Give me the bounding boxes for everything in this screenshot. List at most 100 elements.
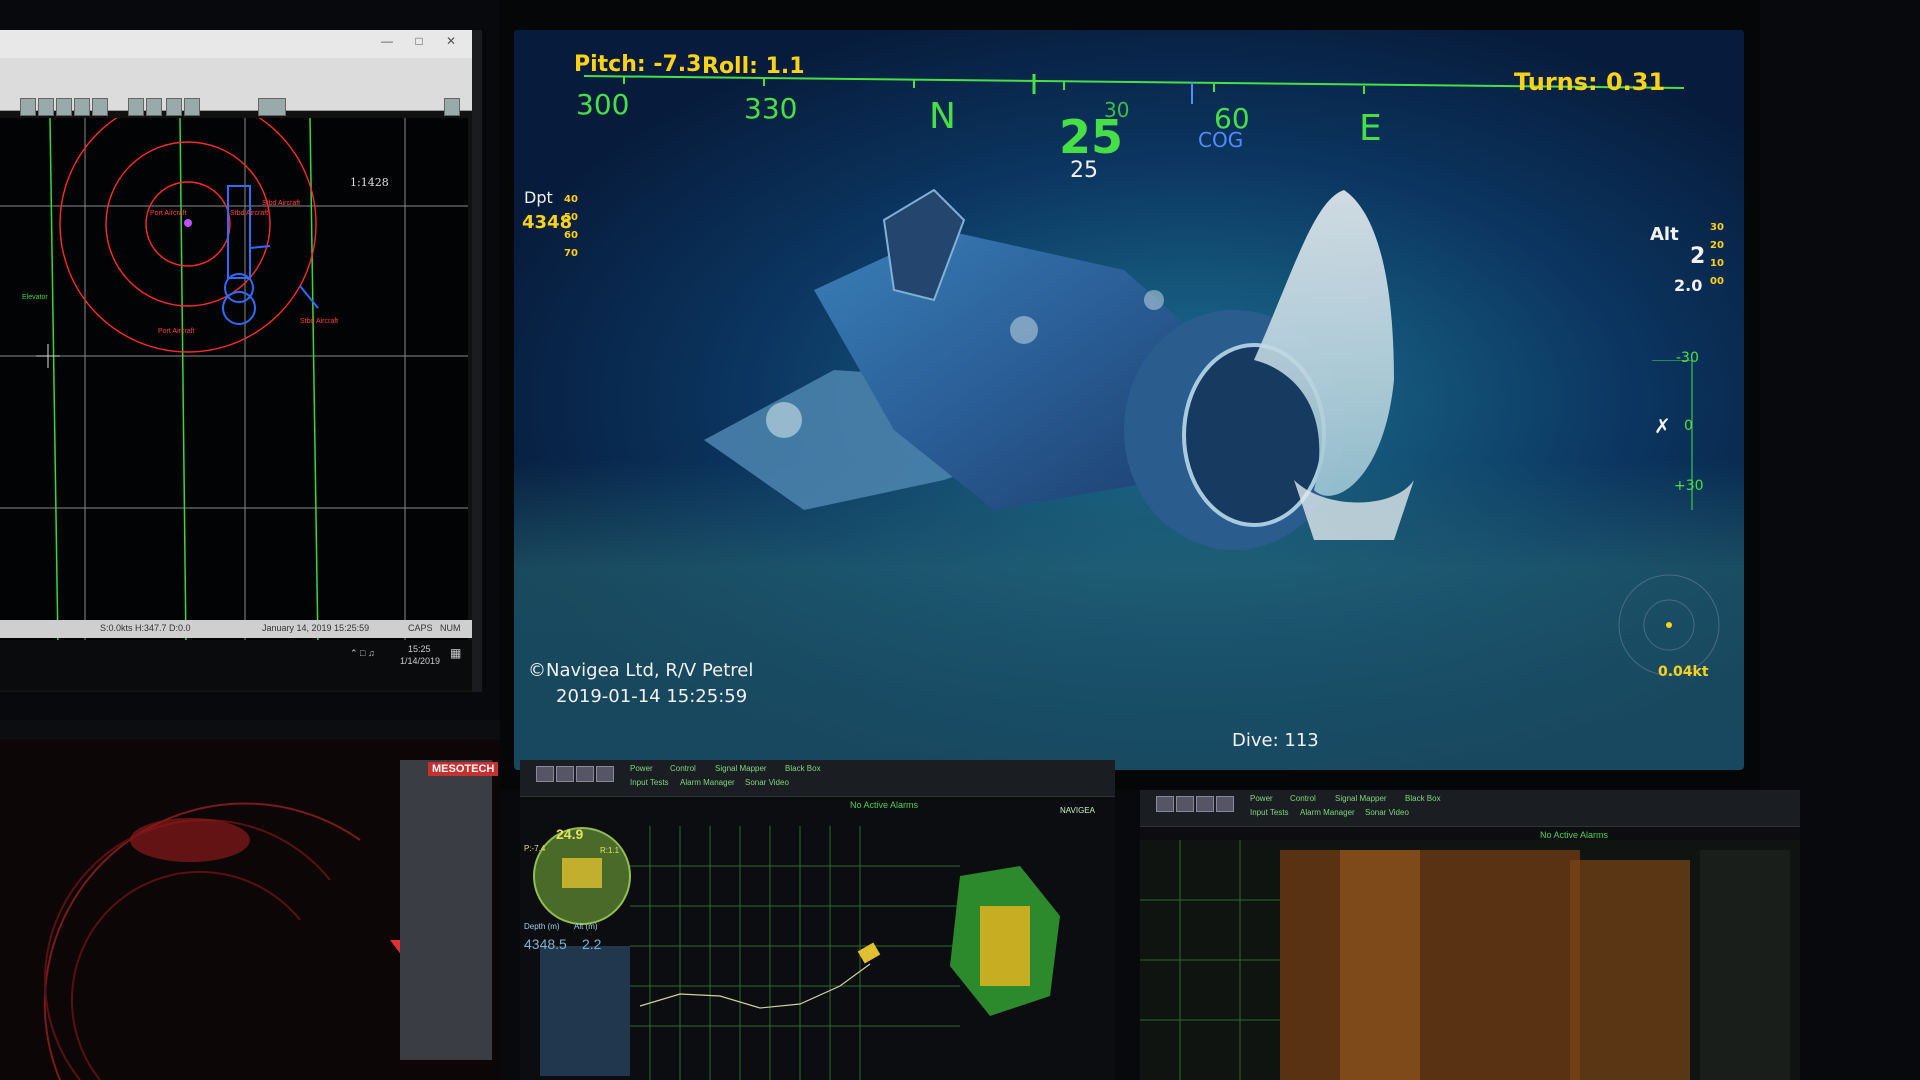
tilt-tick: +30 xyxy=(1674,478,1704,494)
menu-item[interactable]: Black Box xyxy=(785,764,821,773)
depth-scale-tick: 50 xyxy=(564,212,578,223)
chart-status-bar: S:0.0kts H:347.7 D:0.0 January 14, 2019 … xyxy=(0,620,472,638)
compass-tick: N xyxy=(929,96,956,137)
menu-item[interactable]: Input Tests xyxy=(630,778,669,787)
speed-readout: 0.04kt xyxy=(1658,664,1709,680)
minimize-icon[interactable]: — xyxy=(380,34,394,48)
tool-icon[interactable] xyxy=(166,98,182,116)
depth-scale-tick: 60 xyxy=(564,230,578,241)
maximize-icon[interactable]: □ xyxy=(412,34,426,48)
num-indicator: NUM xyxy=(440,623,461,633)
panel-button-icon[interactable] xyxy=(1216,796,1234,812)
depth-readout: 4348.5 xyxy=(524,936,567,952)
tilt-marker-icon: ✗ xyxy=(1654,414,1671,438)
panel-button-icon[interactable] xyxy=(1196,796,1214,812)
panel-button-icon[interactable] xyxy=(1156,796,1174,812)
tool-icon[interactable] xyxy=(128,98,144,116)
menu-item[interactable]: Control xyxy=(1290,794,1316,803)
alt-scale-tick: 20 xyxy=(1710,240,1724,251)
pitch-readout: Pitch: -7.3 xyxy=(574,52,702,77)
depth-scale-tick: 70 xyxy=(564,248,578,259)
close-icon[interactable]: ✕ xyxy=(444,34,458,48)
menu-item[interactable]: Signal Mapper xyxy=(715,764,767,773)
layer-label: Stbd Aircraft xyxy=(300,318,339,325)
panel-button-icon[interactable] xyxy=(576,766,594,782)
menu-item[interactable]: Alarm Manager xyxy=(1300,808,1355,817)
heading-small-value: 25 xyxy=(1070,158,1098,183)
menu-item[interactable]: Power xyxy=(1250,794,1273,803)
turns-readout: Turns: 0.31 xyxy=(1514,68,1666,96)
sonar-brand: MESOTECH xyxy=(428,762,499,776)
tilt-scale xyxy=(1652,360,1693,510)
rov-camera-feed: Pitch: -7.3 Roll: 1.1 Turns: 0.31 300 33… xyxy=(514,30,1744,770)
sonar-display xyxy=(0,740,500,1080)
depth-gauge xyxy=(540,946,630,1076)
taskbar-date: 1/14/2019 xyxy=(400,656,441,666)
sonar-monitor: MESOTECH xyxy=(0,720,500,1080)
menu-item[interactable]: Alarm Manager xyxy=(680,778,735,787)
alt-readout: 2.2 xyxy=(582,936,602,952)
rov-video-monitor: Pitch: -7.3 Roll: 1.1 Turns: 0.31 300 33… xyxy=(500,0,1760,790)
nav-chart-canvas[interactable]: 1:1428 Port Aircraft Stbd Aircraft Stbd … xyxy=(0,118,468,648)
aircraft-wreck xyxy=(704,188,1414,550)
imaging-sonar-monitor: Power Control Signal Mapper Black Box In… xyxy=(1140,790,1800,1080)
taskbar-time: 15:25 xyxy=(408,644,431,654)
dive-control-monitor: Power Control Signal Mapper Black Box In… xyxy=(520,760,1115,1080)
pitch-readout: P:-7.4 xyxy=(524,844,546,853)
depth-label: Depth (m) xyxy=(524,922,560,931)
panel-button-icon[interactable] xyxy=(536,766,554,782)
roll-readout: R:1.1 xyxy=(600,846,620,855)
dive-toolbar: Power Control Signal Mapper Black Box In… xyxy=(520,760,1115,797)
video-timestamp: 2019-01-14 15:25:59 xyxy=(556,686,748,707)
tilt-tick: 0 xyxy=(1684,418,1693,434)
tool-icon[interactable] xyxy=(146,98,162,116)
layer-label: Port Aircraft xyxy=(158,328,195,335)
os-taskbar: ⌃ □ ♫ 15:25 1/14/2019 ▦ xyxy=(0,640,472,690)
tool-icon[interactable] xyxy=(74,98,90,116)
tool-icon[interactable] xyxy=(258,98,286,116)
nav-chart-monitor: — □ ✕ 1:1428 Port Aircraft Stbd Aircraft… xyxy=(0,30,482,692)
tray-icons[interactable]: ⌃ □ ♫ xyxy=(350,648,375,659)
menu-item[interactable]: Control xyxy=(670,764,696,773)
alt-value: 2 xyxy=(1690,244,1706,269)
tilt-tick: -30 xyxy=(1676,350,1699,366)
menu-item[interactable]: Signal Mapper xyxy=(1335,794,1387,803)
alarm-status: No Active Alarms xyxy=(1540,830,1609,840)
scan-toolbar: Power Control Signal Mapper Black Box In… xyxy=(1140,790,1800,827)
rov-position-marker xyxy=(184,219,192,227)
layer-label: Stbd Aircraft xyxy=(230,210,269,217)
menu-item[interactable]: Black Box xyxy=(1405,794,1441,803)
tool-icon[interactable] xyxy=(56,98,72,116)
compass-tick: 300 xyxy=(576,88,630,121)
tool-icon[interactable] xyxy=(92,98,108,116)
panel-button-icon[interactable] xyxy=(556,766,574,782)
panel-button-icon[interactable] xyxy=(1176,796,1194,812)
alt-sub-value: 2.0 xyxy=(1674,276,1703,295)
copyright-text: ©Navigea Ltd, R/V Petrel xyxy=(528,660,754,681)
menu-item[interactable]: Power xyxy=(630,764,653,773)
alt-label: Alt xyxy=(1650,224,1679,245)
layer-label: Port Aircraft xyxy=(150,210,187,217)
tool-icon[interactable] xyxy=(444,98,460,116)
alt-scale-tick: 30 xyxy=(1710,222,1724,233)
panel-button-icon[interactable] xyxy=(596,766,614,782)
heading-readout: 24.9 xyxy=(556,826,584,842)
tool-icon[interactable] xyxy=(20,98,36,116)
menu-item[interactable]: Sonar Video xyxy=(1365,808,1409,817)
depth-label: Dpt xyxy=(524,188,553,207)
dive-number: Dive: 113 xyxy=(1232,730,1319,751)
dive-display xyxy=(533,826,1060,1080)
layer-label: Stbd Aircraft xyxy=(262,200,301,207)
menu-item[interactable]: Input Tests xyxy=(1250,808,1289,817)
notification-icon[interactable]: ▦ xyxy=(450,646,461,660)
alt-scale-tick: 10 xyxy=(1710,258,1724,269)
heading-value: 25 xyxy=(1059,110,1124,164)
sonar-control-panel xyxy=(400,760,492,1060)
menu-item[interactable]: Sonar Video xyxy=(745,778,789,787)
alt-label: Alt (m) xyxy=(574,922,598,931)
tool-icon[interactable] xyxy=(184,98,200,116)
nav-readout: S:0.0kts H:347.7 D:0.0 xyxy=(100,623,191,633)
tool-icon[interactable] xyxy=(38,98,54,116)
cog-label: COG xyxy=(1198,128,1244,152)
compass-tick: 330 xyxy=(744,92,798,125)
